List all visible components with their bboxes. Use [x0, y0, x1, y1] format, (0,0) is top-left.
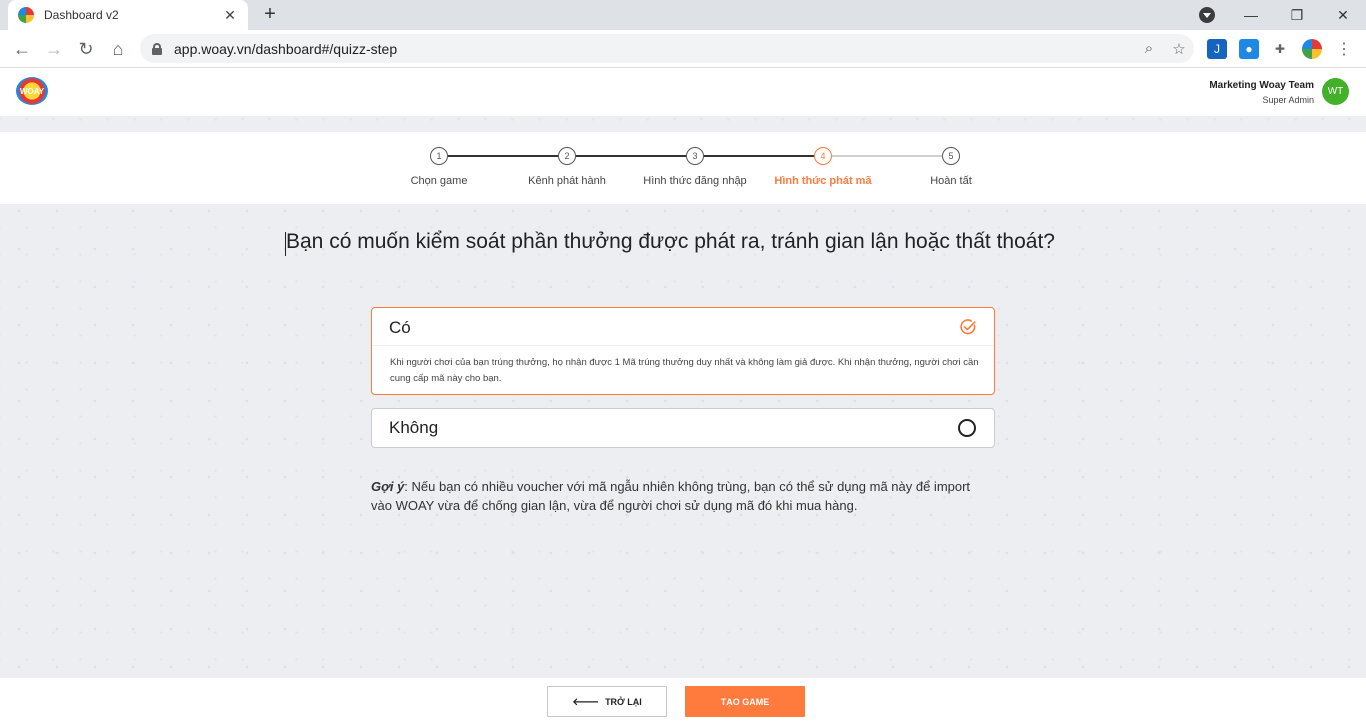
zoom-icon[interactable]: ⌕ — [1134, 40, 1164, 57]
restore-icon[interactable]: ❐ — [1274, 0, 1320, 30]
hint-body: : Nếu bạn có nhiều voucher với mã ngẫu n… — [371, 479, 971, 513]
user-role: Super Admin — [1262, 95, 1314, 105]
back-icon[interactable]: ← — [10, 37, 34, 61]
option-yes[interactable]: Có Khi người chơi của bạn trúng thưởng, … — [371, 307, 995, 395]
lock-icon[interactable] — [152, 42, 162, 55]
extensions-puzzle-icon[interactable]: ✚ — [1270, 39, 1290, 59]
step-1-label[interactable]: Chọn game — [369, 175, 509, 187]
window-close-icon[interactable]: ✕ — [1320, 0, 1366, 30]
url-text[interactable]: app.woay.vn/dashboard#/quizz-step — [174, 41, 1134, 57]
option-yes-title: Có — [389, 318, 411, 337]
option-no[interactable]: Không — [371, 408, 995, 448]
step-5-circle[interactable]: 5 — [942, 147, 960, 165]
step-3-circle[interactable]: 3 — [686, 147, 704, 165]
new-tab-icon[interactable]: + — [258, 4, 282, 26]
step-connector — [448, 155, 558, 157]
step-4-label[interactable]: Hình thức phát mã — [753, 175, 893, 187]
arrow-left-icon: 🡐 — [572, 696, 600, 708]
extension-j-icon[interactable]: J — [1207, 39, 1227, 59]
back-button[interactable]: 🡐 TRỞ LẠI — [547, 686, 667, 717]
reload-icon[interactable]: ↻ — [74, 37, 98, 61]
profile-avatar-icon[interactable] — [1302, 39, 1322, 59]
option-yes-description: Khi người chơi của bạn trúng thưởng, họ … — [390, 357, 979, 384]
tab-search-icon[interactable] — [1199, 7, 1215, 23]
back-button-label: TRỞ LẠI — [605, 696, 642, 707]
step-connector — [576, 155, 686, 157]
page-title: Bạn có muốn kiểm soát phần thưởng được p… — [286, 230, 1055, 253]
step-connector — [832, 155, 942, 157]
bookmark-star-icon[interactable]: ☆ — [1164, 40, 1194, 58]
extension-drop-icon[interactable]: ● — [1239, 39, 1259, 59]
forward-icon[interactable]: → — [42, 37, 66, 61]
close-tab-icon[interactable]: ✕ — [222, 7, 238, 24]
home-icon[interactable]: ⌂ — [106, 37, 130, 61]
option-divider — [372, 345, 994, 346]
woay-logo[interactable]: WOAY — [16, 77, 48, 105]
user-name[interactable]: Marketing Woay Team — [1209, 80, 1314, 91]
step-4-circle[interactable]: 4 — [814, 147, 832, 165]
option-no-title: Không — [389, 418, 439, 437]
create-game-button[interactable]: TẠO GAME — [685, 686, 805, 717]
hint-label: Gợi ý — [371, 479, 405, 494]
step-5-label[interactable]: Hoàn tất — [881, 175, 1021, 187]
tab-title: Dashboard v2 — [44, 8, 119, 22]
hint-text: Gợi ý: Nếu bạn có nhiều voucher với mã n… — [371, 477, 991, 515]
logo-text: WOAY — [19, 86, 45, 96]
browser-tab[interactable]: Dashboard v2 ✕ — [8, 0, 248, 30]
footer-bar: 🡐 TRỞ LẠI TẠO GAME — [0, 678, 1366, 721]
create-game-label: TẠO GAME — [720, 696, 770, 707]
woay-favicon-icon — [18, 7, 34, 23]
progress-stepper: 1 2 3 4 5 Chọn game Kênh phát hành Hình … — [0, 132, 1366, 204]
browser-menu-icon[interactable]: ⋮ — [1334, 39, 1354, 59]
browser-tab-strip: Dashboard v2 ✕ + — ❐ ✕ — [0, 0, 1366, 30]
step-2-circle[interactable]: 2 — [558, 147, 576, 165]
radio-unselected-icon[interactable] — [958, 419, 976, 437]
step-2-label[interactable]: Kênh phát hành — [497, 175, 637, 187]
step-1-circle[interactable]: 1 — [430, 147, 448, 165]
avatar[interactable]: WT — [1322, 78, 1349, 105]
step-connector — [704, 155, 814, 157]
check-circle-icon — [960, 319, 976, 335]
browser-toolbar: ← → ↻ ⌂ app.woay.vn/dashboard#/quizz-ste… — [0, 30, 1366, 68]
app-header: WOAY Marketing Woay Team Super Admin WT — [0, 68, 1366, 116]
step-3-label[interactable]: Hình thức đăng nhập — [625, 175, 765, 187]
address-bar[interactable]: app.woay.vn/dashboard#/quizz-step ⌕ ☆ — [140, 34, 1194, 63]
minimize-icon[interactable]: — — [1228, 0, 1274, 30]
